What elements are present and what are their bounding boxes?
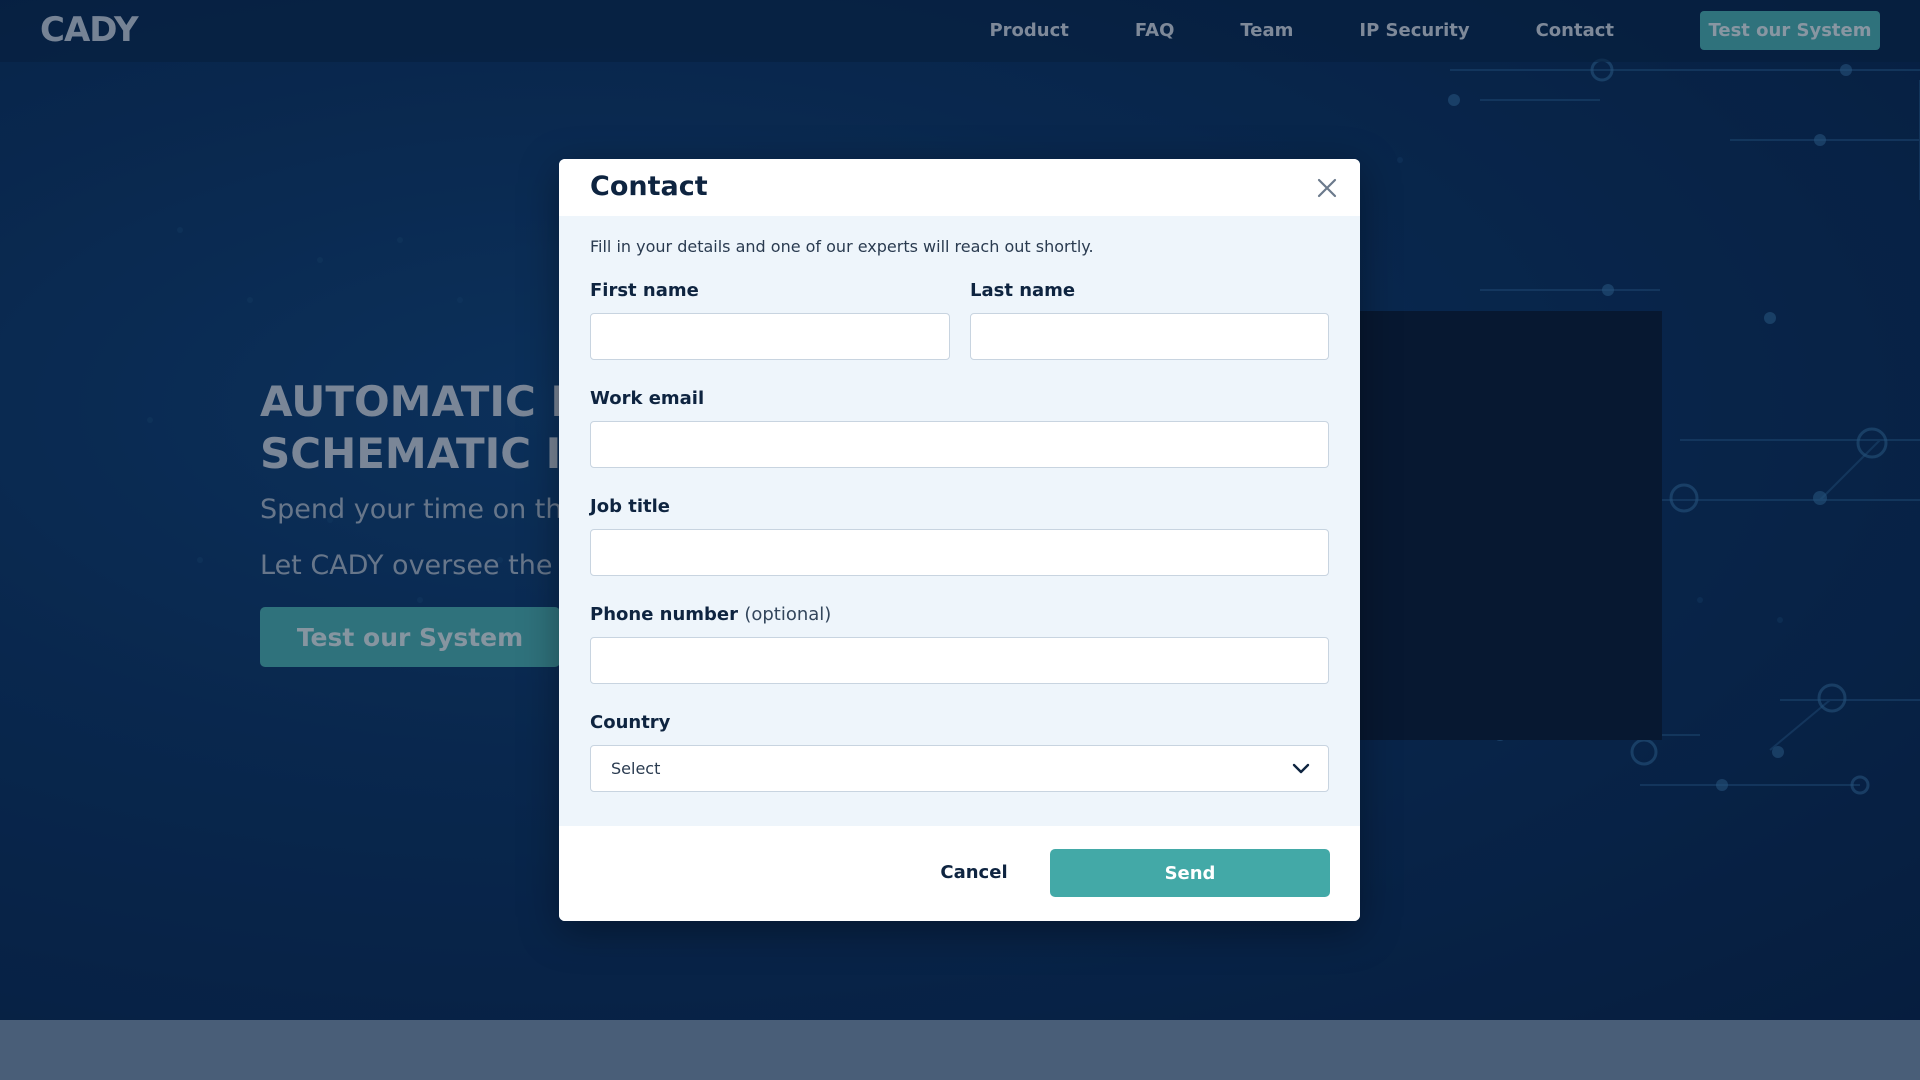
modal-header: Contact [559, 159, 1360, 216]
last-name-input[interactable] [970, 313, 1329, 360]
optional-note: (optional) [744, 604, 832, 625]
phone-number-input[interactable] [590, 637, 1329, 684]
form-intro-text: Fill in your details and one of our expe… [590, 237, 1094, 256]
job-title-label: Job title [590, 496, 670, 517]
job-title-input[interactable] [590, 529, 1329, 576]
phone-number-label-text: Phone number [590, 604, 739, 625]
contact-modal: Contact Fill in your details and one of … [559, 159, 1360, 921]
phone-number-label: Phone number (optional) [590, 604, 831, 625]
modal-footer: Cancel Send [559, 826, 1360, 921]
close-icon [1317, 178, 1337, 198]
first-name-label: First name [590, 280, 699, 301]
contact-form: Fill in your details and one of our expe… [559, 216, 1360, 826]
chevron-down-icon [1292, 763, 1310, 774]
work-email-label: Work email [590, 388, 705, 409]
last-name-label: Last name [970, 280, 1076, 301]
country-selected-value: Select [611, 759, 661, 778]
country-select[interactable]: Select [590, 745, 1329, 792]
country-label: Country [590, 712, 671, 733]
cancel-button[interactable]: Cancel [899, 849, 1049, 895]
first-name-input[interactable] [590, 313, 950, 360]
close-button[interactable] [1315, 176, 1339, 200]
modal-title: Contact [590, 171, 708, 202]
send-button[interactable]: Send [1050, 849, 1330, 897]
work-email-input[interactable] [590, 421, 1329, 468]
